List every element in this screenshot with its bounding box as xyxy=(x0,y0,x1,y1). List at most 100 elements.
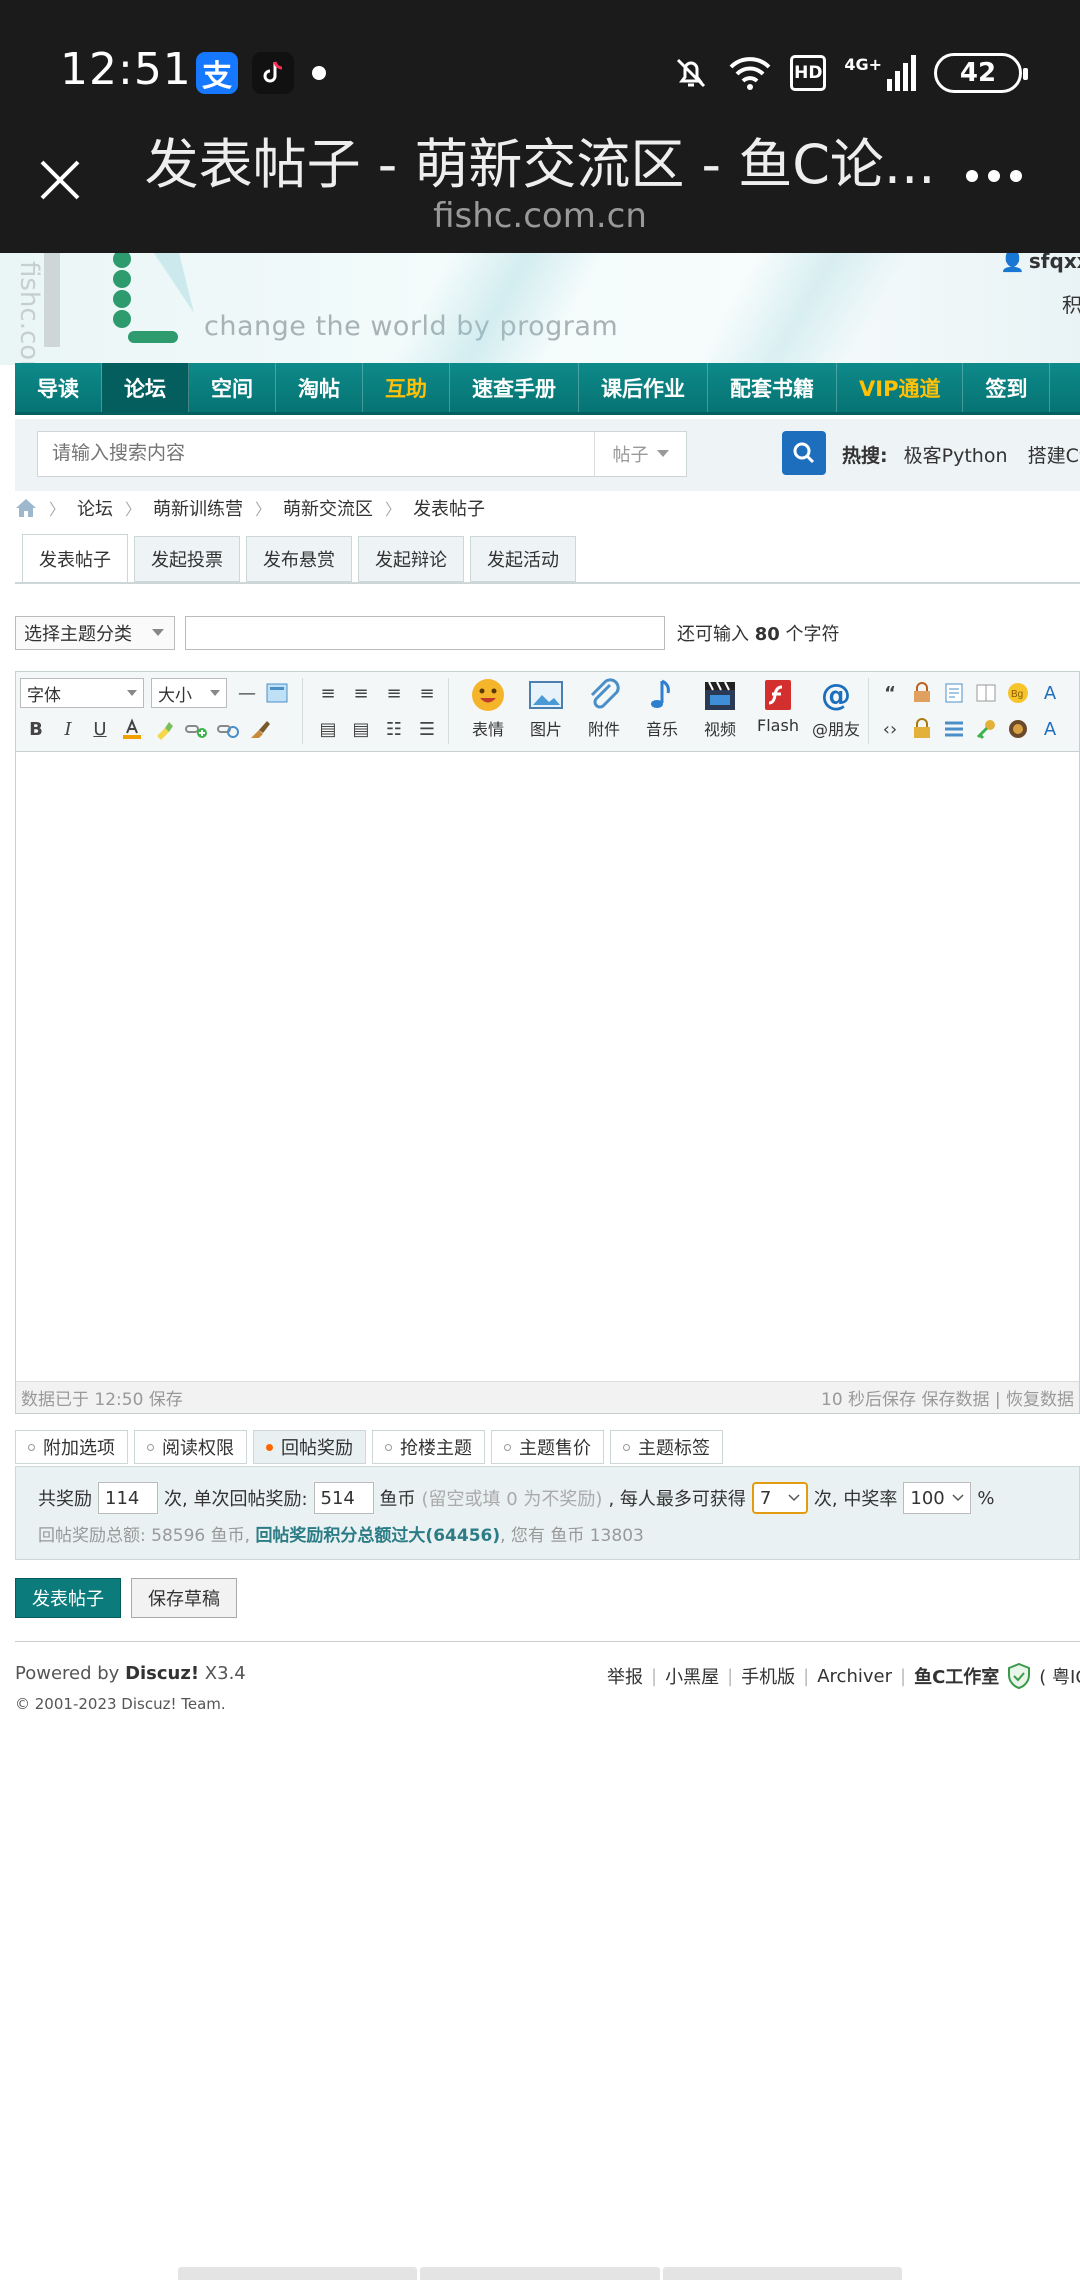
save-draft-button[interactable]: 保存草稿 xyxy=(131,1578,237,1618)
code-icon[interactable]: ‹› xyxy=(878,717,902,741)
font-family-select[interactable]: 字体 xyxy=(20,678,144,708)
tab-new-post[interactable]: 发表帖子 xyxy=(22,534,128,584)
discuz-link[interactable]: Discuz! xyxy=(125,1663,199,1684)
float-left-icon[interactable]: ▤ xyxy=(316,717,340,741)
background-color-icon[interactable] xyxy=(152,717,176,741)
columns-icon[interactable] xyxy=(974,681,998,705)
home-icon[interactable] xyxy=(15,498,37,518)
footer-link-mobile[interactable]: 手机版 xyxy=(741,1663,795,1689)
footer-link-studio[interactable]: 鱼C工作室 xyxy=(914,1663,999,1689)
breadcrumb-link[interactable]: 萌新训练营 xyxy=(153,495,243,521)
tab-new-poll[interactable]: 发起投票 xyxy=(134,536,240,582)
align-left-icon[interactable]: ≡ xyxy=(316,681,340,705)
points-label: 积 xyxy=(1062,293,1080,317)
nav-item-guide[interactable]: 导读 xyxy=(15,363,102,412)
align-justify-icon[interactable]: ≡ xyxy=(415,681,439,705)
link-icon[interactable] xyxy=(184,717,208,741)
breadcrumb-link[interactable]: 论坛 xyxy=(77,495,113,521)
unordered-list-icon[interactable]: ☰ xyxy=(415,717,439,741)
password-key-icon[interactable] xyxy=(974,717,998,741)
mention-friend-button[interactable]: @ @朋友 xyxy=(808,676,864,740)
reply-reward-panel: 共奖励 114 次, 单次回帖奖励: 514 鱼币 (留空或填 0 为不奖励) ,… xyxy=(15,1466,1080,1560)
background-icon[interactable]: Bg xyxy=(1006,681,1030,705)
submit-post-button[interactable]: 发表帖子 xyxy=(15,1578,121,1618)
footer-link-archiver[interactable]: Archiver xyxy=(817,1666,892,1687)
win-rate-select[interactable]: 100 xyxy=(903,1482,972,1514)
font-size-select[interactable]: 大小 xyxy=(151,678,227,708)
nav-item-manual[interactable]: 速查手册 xyxy=(450,363,579,412)
site-logo[interactable] xyxy=(44,253,194,353)
quote-icon[interactable]: “ xyxy=(878,681,902,705)
bottom-tab[interactable] xyxy=(178,2267,418,2280)
topic-type-select[interactable]: 选择主题分类 xyxy=(15,616,175,650)
reward-times-input[interactable]: 114 xyxy=(98,1482,158,1514)
nav-item-taotie[interactable]: 淘帖 xyxy=(276,363,363,412)
nav-item-books[interactable]: 配套书籍 xyxy=(708,363,837,412)
flash-button[interactable]: Flash xyxy=(750,676,806,735)
user-link[interactable]: 👤sfqxx 在 xyxy=(1000,253,1080,274)
ordered-list-icon[interactable]: ☷ xyxy=(382,717,406,741)
free-lock-icon[interactable] xyxy=(910,717,934,741)
nav-item-help[interactable]: 互助 xyxy=(363,363,450,412)
font-style-icon[interactable]: A xyxy=(1038,681,1062,705)
caret-down-icon xyxy=(152,629,164,636)
tiktok-icon xyxy=(252,52,294,94)
index-icon[interactable] xyxy=(942,717,966,741)
nav-item-checkin[interactable]: 签到 xyxy=(963,363,1051,412)
reward-warning-link[interactable]: 回帖奖励积分总额过大(64456) xyxy=(255,1526,500,1546)
footer-icp[interactable]: ( 粤ICP xyxy=(1039,1663,1080,1689)
footer-link-blacklist[interactable]: 小黑屋 xyxy=(665,1663,719,1689)
search-bar: 帖子 热搜: 极客Python 搭建C语言 xyxy=(15,419,1080,491)
save-restore-links[interactable]: 10 秒后保存 保存数据 | 恢复数据 xyxy=(821,1385,1074,1410)
more-tools-icon[interactable]: A xyxy=(1038,717,1062,741)
editor-textarea[interactable] xyxy=(16,752,1079,1383)
subject-input[interactable] xyxy=(185,616,665,650)
footer-link-report[interactable]: 举报 xyxy=(607,1663,643,1689)
tab-extra-options[interactable]: 附加选项 xyxy=(15,1430,128,1464)
attachment-button[interactable]: 附件 xyxy=(576,676,632,740)
align-right-icon[interactable]: ≡ xyxy=(382,681,406,705)
tab-new-debate[interactable]: 发起辩论 xyxy=(358,536,464,582)
search-input[interactable] xyxy=(38,432,594,476)
tab-floor-rush[interactable]: 抢楼主题 xyxy=(372,1430,485,1464)
music-button[interactable]: 音乐 xyxy=(634,676,690,740)
tab-read-permission[interactable]: 阅读权限 xyxy=(134,1430,247,1464)
font-color-icon[interactable] xyxy=(120,717,144,741)
search-button[interactable] xyxy=(782,431,826,475)
bottom-tab[interactable] xyxy=(662,2267,902,2280)
breadcrumb-link[interactable]: 萌新交流区 xyxy=(283,495,373,521)
more-menu-icon[interactable] xyxy=(966,170,1022,182)
subject-row: 选择主题分类 还可输入 80 个字符 xyxy=(15,615,840,651)
medal-icon[interactable] xyxy=(1006,717,1030,741)
tab-topic-price[interactable]: 主题售价 xyxy=(491,1430,604,1464)
image-button[interactable]: 图片 xyxy=(518,676,574,740)
bold-icon[interactable]: B xyxy=(24,717,48,741)
reward-amount-input[interactable]: 514 xyxy=(313,1482,374,1514)
tab-topic-tags[interactable]: 主题标签 xyxy=(610,1430,723,1464)
hot-search-item[interactable]: 极客Python xyxy=(904,445,1008,467)
close-icon[interactable] xyxy=(30,150,90,210)
search-scope-select[interactable]: 帖子 xyxy=(594,432,686,476)
hide-content-icon[interactable] xyxy=(910,681,934,705)
nav-item-space[interactable]: 空间 xyxy=(189,363,276,412)
tab-new-activity[interactable]: 发起活动 xyxy=(470,536,576,582)
emoji-button[interactable]: 表情 xyxy=(460,676,516,740)
align-center-icon[interactable]: ≡ xyxy=(349,681,373,705)
max-times-select[interactable]: 7 xyxy=(751,1482,808,1514)
nav-item-homework[interactable]: 课后作业 xyxy=(579,363,708,412)
tab-reply-reward[interactable]: 回帖奖励 xyxy=(253,1430,366,1464)
horizontal-rule-icon[interactable]: — xyxy=(235,681,259,705)
float-right-icon[interactable]: ▤ xyxy=(349,717,373,741)
nav-item-vip[interactable]: VIP通道 xyxy=(837,363,964,412)
unlink-icon[interactable] xyxy=(216,717,240,741)
hot-search-item[interactable]: 搭建C语言 xyxy=(1028,445,1080,467)
tab-new-reward[interactable]: 发布悬赏 xyxy=(246,536,352,582)
video-button[interactable]: 视频 xyxy=(692,676,748,740)
table-icon[interactable] xyxy=(265,681,289,705)
nav-item-forum[interactable]: 论坛 xyxy=(102,363,189,412)
clear-format-icon[interactable] xyxy=(248,717,272,741)
italic-icon[interactable]: I xyxy=(56,717,80,741)
bottom-tab[interactable] xyxy=(420,2267,660,2280)
page-break-icon[interactable] xyxy=(942,681,966,705)
underline-icon[interactable]: U xyxy=(88,717,112,741)
